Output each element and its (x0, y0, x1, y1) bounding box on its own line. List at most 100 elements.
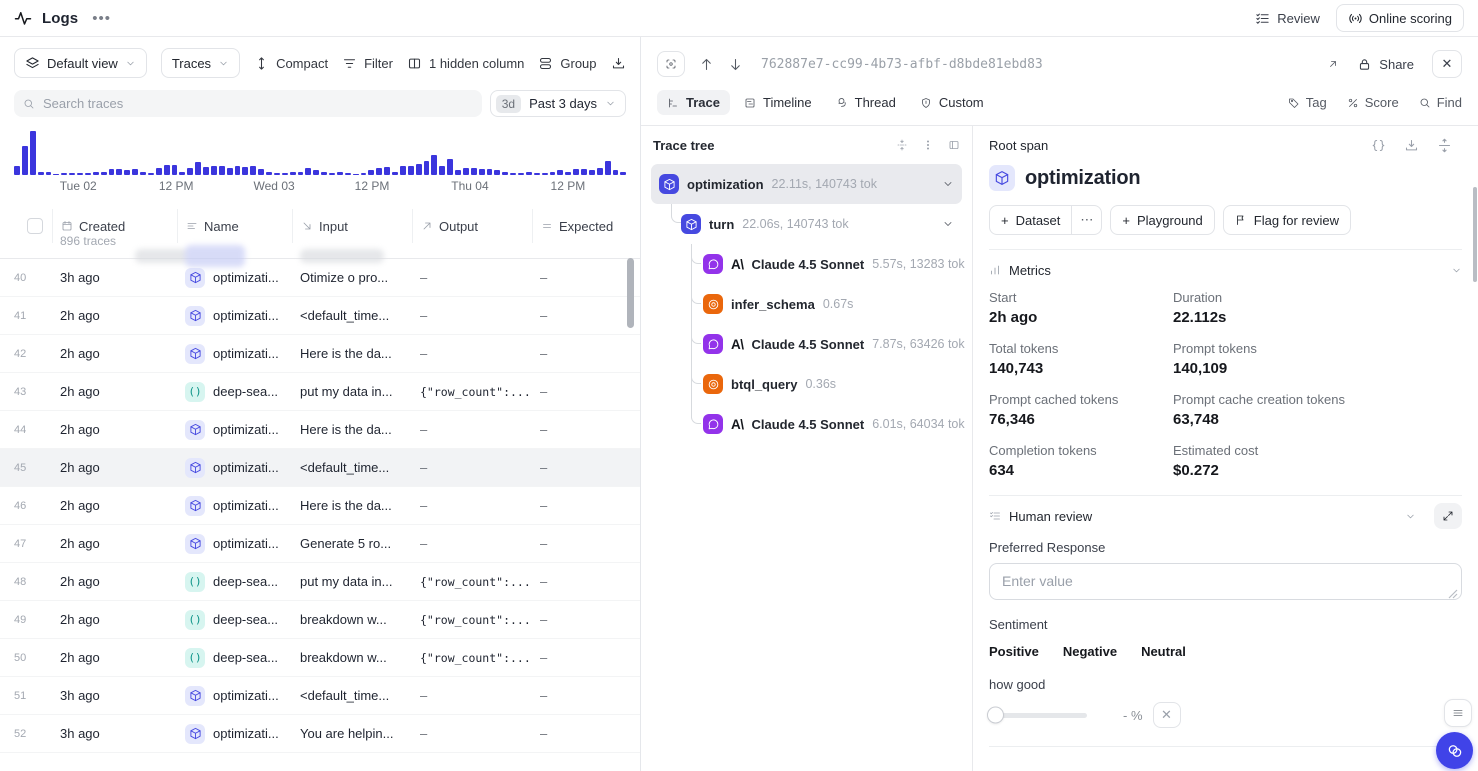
rows-select[interactable]: Traces (161, 48, 240, 78)
assistant-fab-button[interactable] (1436, 732, 1473, 769)
column-header-output[interactable]: Output (412, 209, 532, 243)
dataset-more-button[interactable]: ⋯ (1072, 205, 1102, 235)
filter-button[interactable]: Filter (342, 56, 393, 71)
trace-span-row[interactable]: optimization 22.11s, 140743 tok (651, 164, 962, 204)
table-row[interactable]: 48 2h ago ()deep-sea... put my data in..… (0, 563, 640, 601)
time-range-select[interactable]: 3d Past 3 days (490, 90, 626, 117)
preferred-response-input[interactable] (989, 563, 1462, 600)
anthropic-logo: A\ (731, 257, 744, 272)
table-scrollbar[interactable] (627, 258, 634, 328)
online-scoring-button[interactable]: Online scoring (1336, 4, 1464, 32)
column-header-expected[interactable]: Expected (532, 209, 640, 243)
add-to-playground-button[interactable]: +Playground (1110, 205, 1214, 235)
view-select[interactable]: Default view (14, 48, 147, 78)
compact-button[interactable]: Compact (254, 56, 328, 71)
traces-histogram[interactable]: Tue 0212 PMWed 0312 PMThu 0412 PM (14, 127, 626, 195)
table-row[interactable]: 50 2h ago ()deep-sea... breakdown w... {… (0, 639, 640, 677)
axis-tick-label: 12 PM (159, 179, 194, 193)
slider-thumb[interactable] (987, 707, 1004, 724)
histogram-bar (424, 161, 430, 175)
column-header-name[interactable]: Name (177, 209, 292, 243)
resize-pane-button[interactable] (1437, 138, 1452, 153)
notes-fab-button[interactable] (1444, 699, 1472, 727)
table-row[interactable]: 51 3h ago optimizati... <default_time...… (0, 677, 640, 715)
export-button[interactable] (611, 56, 626, 71)
select-all-checkbox[interactable] (27, 218, 43, 234)
table-row[interactable]: 43 2h ago ()deep-sea... put my data in..… (0, 373, 640, 411)
trace-span-row[interactable]: turn 22.06s, 140743 tok (651, 204, 962, 244)
hidden-column-button[interactable]: 1 hidden column (407, 56, 524, 71)
download-span-button[interactable] (1404, 138, 1419, 153)
page-menu-button[interactable]: ••• (88, 8, 115, 29)
trace-span-row[interactable]: A\ Claude 4.5 Sonnet 6.01s, 64034 tok (651, 404, 962, 444)
target-icon (703, 294, 723, 314)
tag-button[interactable]: Tag (1288, 95, 1327, 110)
close-icon: ✕ (1161, 707, 1172, 723)
histogram-bars (14, 129, 626, 175)
table-row[interactable]: 41 2h ago optimizati... <default_time...… (0, 297, 640, 335)
tree-more-button[interactable] (922, 139, 934, 151)
resize-grip-icon[interactable] (1448, 589, 1458, 599)
histogram-bar (565, 172, 571, 175)
score-button[interactable]: Score (1347, 95, 1399, 110)
collapse-all-button[interactable] (896, 139, 908, 151)
timeline-icon (744, 97, 756, 109)
focus-trace-button[interactable] (657, 51, 685, 77)
calendar-icon (61, 220, 73, 232)
review-button[interactable]: Review (1255, 11, 1320, 26)
sentiment-option-negative[interactable]: Negative (1063, 644, 1117, 659)
histogram-bar (274, 173, 280, 175)
table-row[interactable]: 47 2h ago optimizati... Generate 5 ro...… (0, 525, 640, 563)
share-button[interactable]: Share (1357, 57, 1414, 72)
chevron-down-icon (125, 58, 136, 69)
table-row[interactable]: 45 2h ago optimizati... <default_time...… (0, 449, 640, 487)
target-icon (703, 374, 723, 394)
score-slider[interactable] (989, 713, 1087, 718)
table-row[interactable]: 49 2h ago ()deep-sea... breakdown w... {… (0, 601, 640, 639)
group-button[interactable]: Group (538, 56, 596, 71)
chevron-down-icon (942, 178, 954, 190)
layers-icon (25, 56, 40, 71)
tab-custom[interactable]: Custom (910, 90, 994, 115)
table-row[interactable]: 52 3h ago optimizati... You are helpin..… (0, 715, 640, 753)
tab-trace[interactable]: Trace (657, 90, 730, 115)
histogram-bar (85, 173, 91, 175)
histogram-bar (494, 170, 500, 175)
flag-for-review-button[interactable]: Flag for review (1223, 205, 1351, 235)
histogram-bar (518, 173, 524, 175)
tab-thread[interactable]: Thread (826, 90, 906, 115)
prev-trace-button[interactable] (699, 57, 714, 72)
search-input[interactable] (43, 96, 473, 111)
sentiment-option-positive[interactable]: Positive (989, 644, 1039, 659)
next-trace-button[interactable] (728, 57, 743, 72)
panel-toggle-button[interactable] (948, 139, 960, 151)
json-view-button[interactable] (1371, 138, 1386, 153)
column-header-input[interactable]: Input (292, 209, 412, 243)
axis-tick-label: 12 PM (355, 179, 390, 193)
expand-review-button[interactable] (1434, 503, 1462, 529)
column-header-created[interactable]: Created (52, 209, 177, 243)
histogram-bar (179, 172, 185, 175)
table-row[interactable]: 44 2h ago optimizati... Here is the da..… (0, 411, 640, 449)
sentiment-option-neutral[interactable]: Neutral (1141, 644, 1186, 659)
metrics-section-header[interactable]: Metrics (989, 250, 1462, 290)
function-icon: () (185, 648, 205, 668)
table-row[interactable]: 42 2h ago optimizati... Here is the da..… (0, 335, 640, 373)
close-button[interactable]: ✕ (1432, 50, 1462, 78)
human-review-section-header[interactable]: Human review (989, 496, 1462, 536)
open-in-new-button[interactable] (1327, 58, 1339, 70)
chat-bubble-icon (703, 414, 723, 434)
trace-span-row[interactable]: btql_query 0.36s (651, 364, 962, 404)
histogram-bar (542, 173, 548, 175)
histogram-bar (219, 166, 225, 175)
add-to-dataset-button[interactable]: +Dataset (989, 205, 1072, 235)
trace-span-row[interactable]: A\ Claude 4.5 Sonnet 7.87s, 63426 tok (651, 324, 962, 364)
tab-timeline[interactable]: Timeline (734, 90, 822, 115)
find-button[interactable]: Find (1419, 95, 1462, 110)
trace-span-row[interactable]: A\ Claude 4.5 Sonnet 5.57s, 13283 tok (651, 244, 962, 284)
trace-span-row[interactable]: infer_schema 0.67s (651, 284, 962, 324)
clear-score-button[interactable]: ✕ (1153, 702, 1181, 728)
table-row[interactable]: 46 2h ago optimizati... Here is the da..… (0, 487, 640, 525)
detail-scrollbar[interactable] (1473, 187, 1477, 282)
histogram-bar (290, 172, 296, 175)
